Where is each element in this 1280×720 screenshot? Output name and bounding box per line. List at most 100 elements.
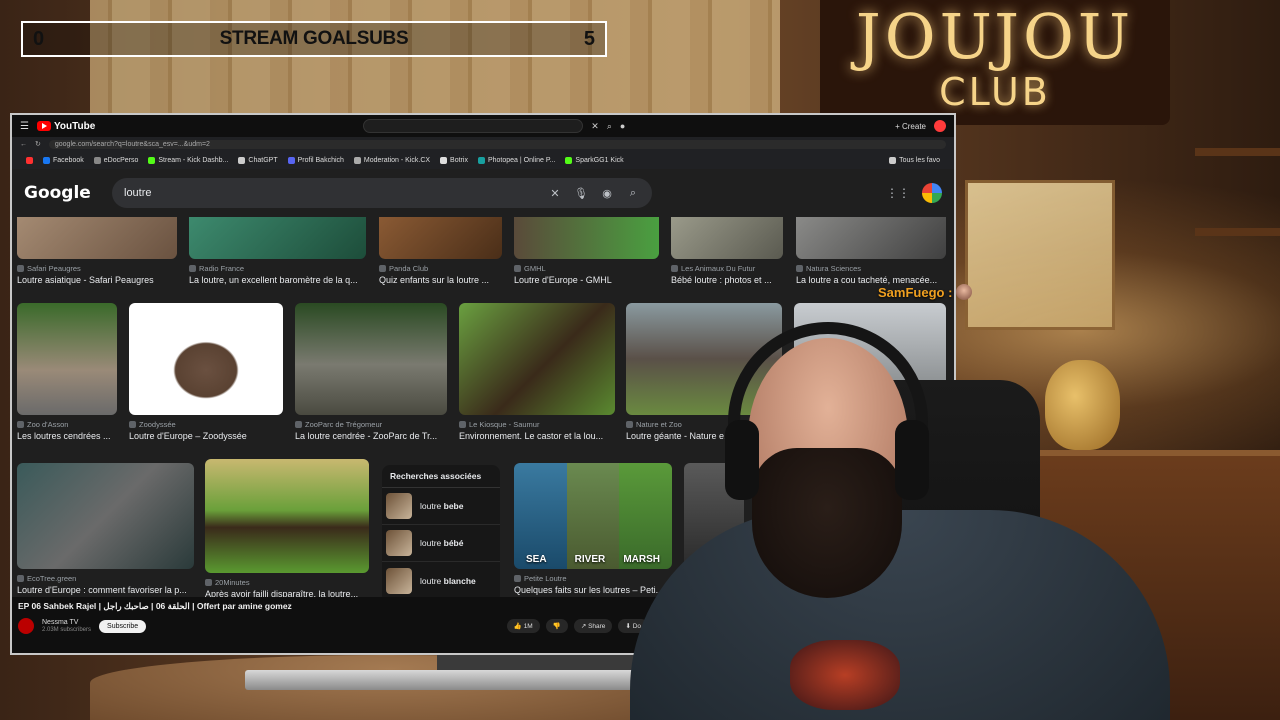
goal-label: STREAM GOALSUBS bbox=[219, 28, 409, 49]
google-logo[interactable]: Google bbox=[24, 183, 112, 203]
related-thumbnail bbox=[386, 493, 412, 519]
result-caption[interactable]: Loutre d'Europe - GMHL bbox=[514, 275, 659, 285]
related-search-item[interactable]: loutre bebe bbox=[382, 488, 500, 525]
result-thumbnail[interactable] bbox=[379, 217, 502, 259]
reload-icon[interactable]: ↻ bbox=[35, 140, 41, 148]
result-caption[interactable]: Bébé loutre : photos et ... bbox=[671, 275, 783, 285]
image-result[interactable]: Radio France La loutre, un excellent bar… bbox=[189, 217, 366, 285]
shirt-print bbox=[790, 640, 900, 710]
image-result[interactable]: Safari Peaugres Loutre asiatique - Safar… bbox=[17, 217, 177, 285]
google-search-box[interactable]: loutre ✕ 🎙 ◉ ⌕ bbox=[112, 178, 652, 208]
channel-name[interactable]: Nessma TV bbox=[42, 619, 91, 627]
bookmark-item[interactable]: Stream - Kick Dashb... bbox=[148, 156, 228, 164]
related-search-item[interactable]: loutre blanche bbox=[382, 562, 500, 599]
all-bookmarks-folder[interactable]: Tous les favo bbox=[889, 156, 940, 164]
favicon-icon bbox=[626, 421, 633, 428]
result-source: 20Minutes bbox=[215, 578, 250, 587]
result-thumbnail[interactable] bbox=[17, 303, 117, 415]
result-caption[interactable]: Loutre d'Europe : comment favoriser la p… bbox=[17, 585, 194, 595]
image-result[interactable]: Le Kiosque - Saumur Environnement. Le ca… bbox=[459, 303, 615, 441]
result-source: Zoodyssée bbox=[139, 420, 176, 429]
youtube-play-icon bbox=[36, 121, 51, 131]
result-thumbnail[interactable] bbox=[205, 459, 369, 573]
result-caption[interactable]: Les loutres cendrées ... bbox=[17, 431, 117, 441]
share-button[interactable]: ↗ Share bbox=[573, 619, 613, 633]
image-result[interactable]: Les Animaux Du Futur Bébé loutre : photo… bbox=[671, 217, 783, 285]
microphone-icon[interactable]: ● bbox=[620, 121, 625, 131]
image-result[interactable]: SEA RIVER MARSH Petite Loutre Quelques f… bbox=[514, 463, 672, 595]
close-icon[interactable]: ✕ bbox=[591, 121, 599, 132]
result-source: Petite Loutre bbox=[524, 574, 567, 583]
microphone-icon[interactable]: 🎙 bbox=[574, 187, 588, 200]
apps-grid-icon[interactable]: ⋮⋮ bbox=[886, 186, 910, 200]
youtube-search-input[interactable] bbox=[363, 119, 584, 133]
like-button[interactable]: 👍 1M bbox=[506, 619, 540, 633]
result-thumbnail[interactable] bbox=[671, 217, 783, 259]
create-button[interactable]: + Create bbox=[895, 122, 926, 131]
url-field[interactable]: google.com/search?q=loutre&sca_esv=...&u… bbox=[48, 139, 946, 149]
image-result[interactable]: Zoodyssée Loutre d'Europe – Zoodyssée bbox=[129, 303, 283, 441]
result-caption[interactable]: Quiz enfants sur la loutre ... bbox=[379, 275, 502, 285]
result-thumbnail[interactable] bbox=[189, 217, 366, 259]
chat-message: SamFuego : bbox=[878, 284, 973, 300]
result-thumbnail[interactable] bbox=[459, 303, 615, 415]
result-caption[interactable]: La loutre cendrée - ZooParc de Tr... bbox=[295, 431, 447, 441]
bookmark-item[interactable]: Botrix bbox=[440, 156, 468, 164]
result-thumbnail[interactable] bbox=[295, 303, 447, 415]
result-thumbnail[interactable] bbox=[514, 217, 659, 259]
bookmark-item[interactable]: Profil Bakchich bbox=[287, 156, 344, 164]
bookmark-item[interactable]: eDocPerso bbox=[93, 156, 138, 164]
close-icon[interactable]: ✕ bbox=[548, 187, 562, 200]
avatar[interactable] bbox=[922, 183, 942, 203]
result-source: Panda Club bbox=[389, 264, 429, 273]
camera-icon[interactable]: ◉ bbox=[600, 187, 614, 200]
result-caption[interactable]: Quelques faits sur les loutres – Peti... bbox=[514, 585, 672, 595]
related-search-item[interactable]: loutre bébé bbox=[382, 525, 500, 562]
related-thumbnail bbox=[386, 567, 412, 594]
result-thumbnail[interactable] bbox=[17, 217, 177, 259]
image-result[interactable]: 20Minutes Après avoir failli disparaître… bbox=[205, 459, 369, 599]
notifications-icon[interactable] bbox=[934, 120, 946, 132]
result-caption[interactable]: Loutre asiatique - Safari Peaugres bbox=[17, 275, 177, 285]
result-source: Les Animaux Du Futur bbox=[681, 264, 756, 273]
wall-poster bbox=[965, 180, 1115, 330]
dislike-button[interactable]: 👎 bbox=[545, 619, 568, 633]
result-thumbnail[interactable] bbox=[796, 217, 946, 259]
image-result[interactable]: EcoTree.green Loutre d'Europe : comment … bbox=[17, 463, 194, 595]
subscribe-button[interactable]: Subscribe bbox=[99, 619, 147, 633]
related-thumbnail bbox=[386, 530, 412, 556]
image-result[interactable]: Natura Sciences La loutre a cou tacheté,… bbox=[796, 217, 946, 285]
bookmark-item[interactable]: Photopea | Online P... bbox=[477, 156, 555, 164]
result-caption[interactable]: Environnement. Le castor et la lou... bbox=[459, 431, 615, 441]
related-searches-title: Recherches associées bbox=[382, 471, 500, 488]
bookmark-item[interactable]: Facebook bbox=[43, 156, 84, 164]
youtube-topbar: ☰ YouTube ✕ ⌕ ● + Create bbox=[12, 115, 954, 137]
image-result[interactable]: Panda Club Quiz enfants sur la loutre ..… bbox=[379, 217, 502, 285]
search-input[interactable]: loutre bbox=[124, 187, 536, 199]
shelf bbox=[1195, 228, 1280, 236]
image-result[interactable]: Zoo d'Asson Les loutres cendrées ... bbox=[17, 303, 117, 441]
youtube-logo[interactable]: YouTube bbox=[36, 121, 95, 132]
result-caption[interactable]: La loutre, un excellent baromètre de la … bbox=[189, 275, 366, 285]
image-result[interactable]: ZooParc de Trégomeur La loutre cendrée -… bbox=[295, 303, 447, 441]
search-icon[interactable]: ⌕ bbox=[626, 187, 640, 200]
channel-avatar[interactable] bbox=[18, 618, 34, 634]
result-source: Zoo d'Asson bbox=[27, 420, 69, 429]
river-label: RIVER bbox=[574, 554, 606, 565]
monitor-neck bbox=[437, 655, 637, 671]
result-thumbnail[interactable]: SEA RIVER MARSH bbox=[514, 463, 672, 569]
result-caption[interactable]: Loutre d'Europe – Zoodyssée bbox=[129, 431, 283, 441]
back-icon[interactable]: ← bbox=[20, 141, 27, 148]
stream-goal-bar: 0 STREAM GOALSUBS 5 bbox=[21, 21, 607, 57]
favicon-icon bbox=[17, 575, 24, 582]
search-icon[interactable]: ⌕ bbox=[607, 121, 612, 132]
streamer-torso bbox=[630, 510, 1170, 720]
bookmark-item[interactable]: SparkGG1 Kick bbox=[565, 156, 624, 164]
bookmark-item[interactable] bbox=[26, 156, 33, 164]
result-thumbnail[interactable] bbox=[129, 303, 283, 415]
bookmark-item[interactable]: ChatGPT bbox=[238, 156, 278, 164]
result-thumbnail[interactable] bbox=[17, 463, 194, 569]
menu-icon[interactable]: ☰ bbox=[20, 121, 29, 132]
bookmark-item[interactable]: Moderation - Kick.CX bbox=[353, 156, 430, 164]
image-result[interactable]: GMHL Loutre d'Europe - GMHL bbox=[514, 217, 659, 285]
